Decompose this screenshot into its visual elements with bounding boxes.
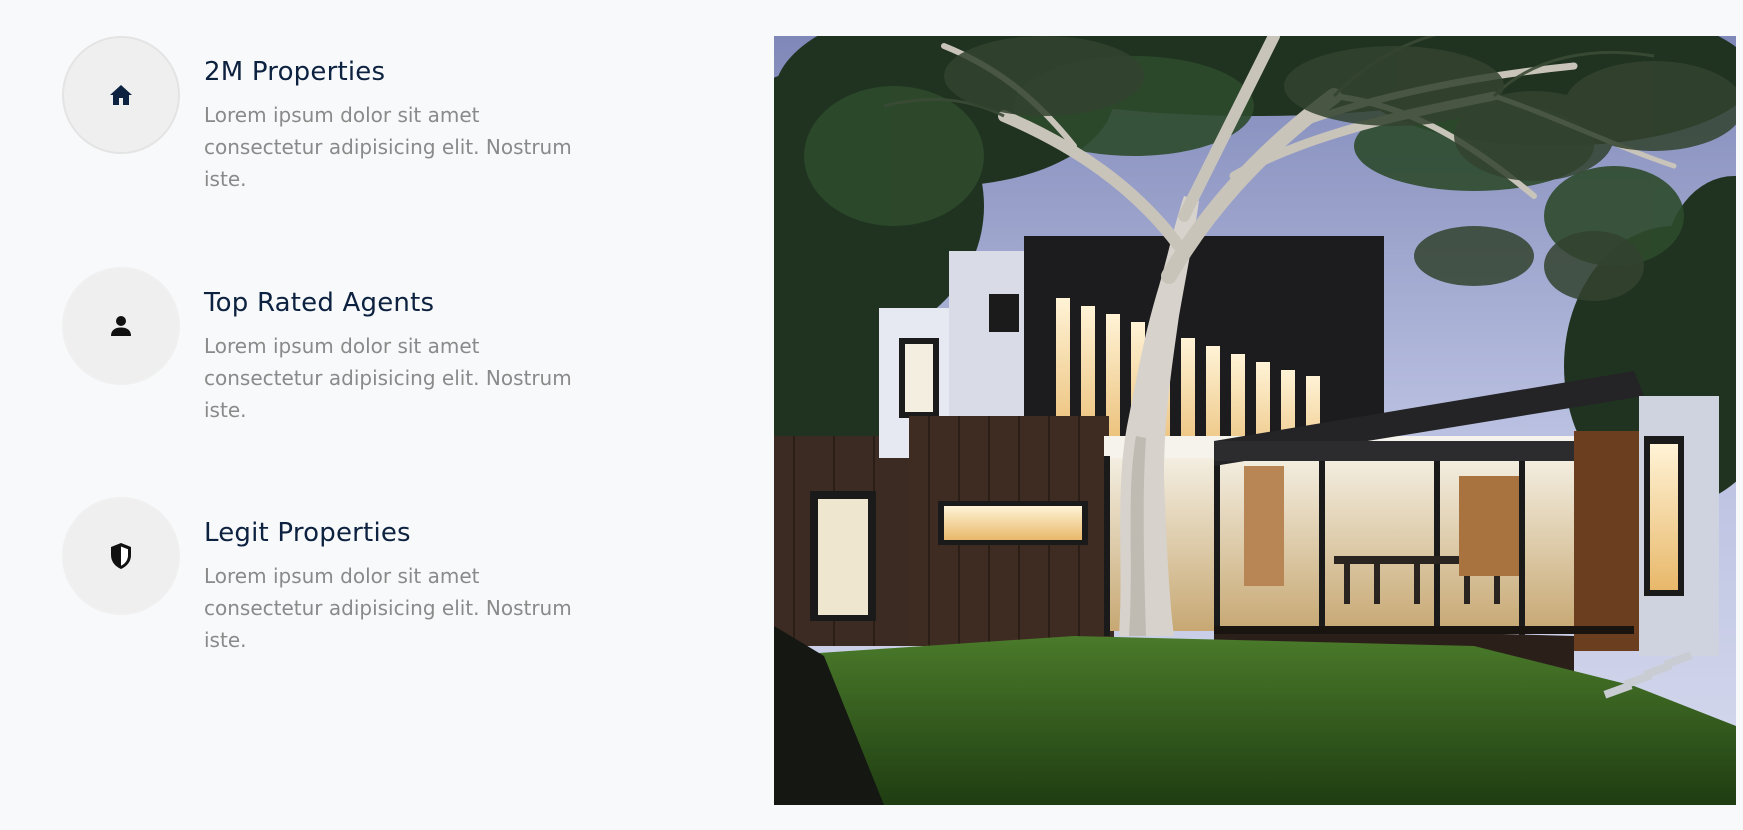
feature-item-agents: Top Rated Agents Lorem ipsum dolor sit a…: [62, 267, 604, 426]
house-photo: [774, 36, 1736, 805]
feature-icon-circle: [62, 36, 180, 154]
feature-description: Lorem ipsum dolor sit amet consectetur a…: [204, 103, 572, 191]
feature-item-properties: 2M Properties Lorem ipsum dolor sit amet…: [62, 36, 604, 195]
feature-title: 2M Properties: [204, 57, 386, 87]
user-icon: [111, 316, 131, 336]
feature-description: Lorem ipsum dolor sit amet consectetur a…: [204, 564, 572, 652]
feature-icon-circle: [62, 497, 180, 615]
feature-description: Lorem ipsum dolor sit amet consectetur a…: [204, 334, 572, 422]
feature-text: 2M Properties Lorem ipsum dolor sit amet…: [204, 36, 604, 195]
feature-icon-circle: [62, 267, 180, 385]
house-illustration: [774, 36, 1736, 805]
home-icon: [110, 85, 132, 105]
feature-title: Top Rated Agents: [204, 288, 435, 318]
feature-text: Legit Properties Lorem ipsum dolor sit a…: [204, 497, 604, 656]
feature-text: Top Rated Agents Lorem ipsum dolor sit a…: [204, 267, 604, 426]
feature-item-legit: Legit Properties Lorem ipsum dolor sit a…: [62, 497, 604, 656]
feature-title: Legit Properties: [204, 518, 411, 548]
shield-icon: [111, 543, 131, 569]
